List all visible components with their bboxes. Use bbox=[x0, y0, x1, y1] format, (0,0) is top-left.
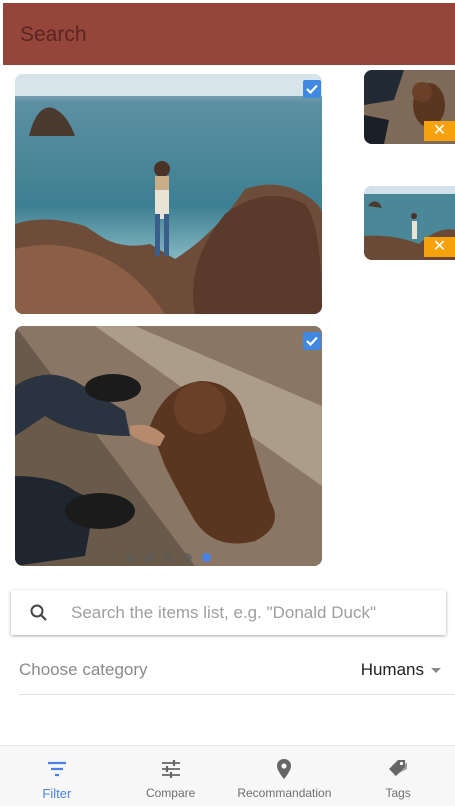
dog-paw-photo bbox=[15, 326, 322, 566]
nav-label-tags: Tags bbox=[385, 786, 411, 800]
search-icon bbox=[30, 604, 47, 621]
location-pin-icon bbox=[277, 759, 292, 779]
category-label: Choose category bbox=[19, 660, 148, 679]
nav-item-recommandation[interactable]: Recommandation bbox=[228, 746, 342, 806]
tags-icon bbox=[389, 760, 408, 778]
nav-item-tags[interactable]: Tags bbox=[341, 746, 455, 806]
search-input[interactable] bbox=[71, 590, 441, 635]
nav-item-filter[interactable]: Filter bbox=[0, 746, 114, 806]
bottom-navigation: Filter Compare Recommandation Tags bbox=[0, 745, 455, 806]
pager-dot[interactable] bbox=[183, 553, 192, 562]
category-select[interactable]: Humans bbox=[361, 658, 441, 682]
pager-dot[interactable] bbox=[164, 553, 173, 562]
page-title: Search bbox=[20, 23, 87, 46]
filter-icon bbox=[47, 761, 66, 777]
pager-dot[interactable] bbox=[126, 553, 135, 562]
thumbnail-woman[interactable]: ✕ bbox=[364, 186, 455, 260]
nav-label-filter: Filter bbox=[42, 786, 72, 801]
carousel-pager bbox=[15, 553, 322, 562]
thumbnail-dog[interactable]: ✕ bbox=[364, 70, 455, 144]
nav-item-compare[interactable]: Compare bbox=[114, 746, 228, 806]
remove-thumbnail-button[interactable]: ✕ bbox=[424, 237, 455, 257]
selected-checkbox[interactable] bbox=[303, 80, 321, 98]
check-icon bbox=[306, 84, 318, 95]
category-value: Humans bbox=[360, 660, 424, 679]
selected-checkbox[interactable] bbox=[303, 332, 321, 350]
nav-label-compare: Compare bbox=[145, 786, 196, 800]
nav-label-recommandation: Recommandation bbox=[237, 786, 332, 800]
search-bar bbox=[11, 590, 446, 635]
check-icon bbox=[306, 336, 318, 347]
category-row: Choose category Humans bbox=[19, 646, 455, 695]
photo-card-woman[interactable] bbox=[15, 74, 322, 314]
app-bar: Search bbox=[3, 3, 455, 65]
woman-on-rocks-photo bbox=[15, 74, 322, 314]
photo-card-dog[interactable] bbox=[15, 326, 322, 566]
chevron-down-icon bbox=[431, 667, 441, 673]
pager-dot-active[interactable] bbox=[202, 553, 211, 562]
pager-dot[interactable] bbox=[145, 553, 154, 562]
sliders-icon bbox=[161, 760, 180, 778]
remove-thumbnail-button[interactable]: ✕ bbox=[424, 121, 455, 141]
